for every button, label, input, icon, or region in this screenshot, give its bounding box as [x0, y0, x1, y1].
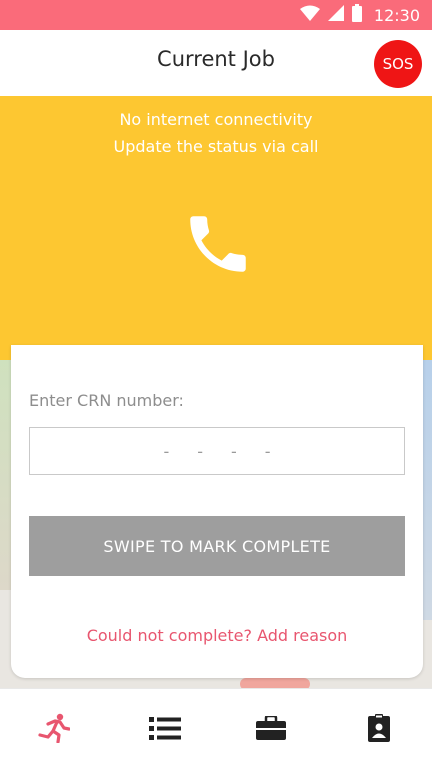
- job-card: Enter CRN number: SWIPE TO MARK COMPLETE…: [11, 345, 423, 678]
- nav-profile[interactable]: [361, 713, 397, 747]
- nav-jobs[interactable]: [253, 714, 289, 745]
- bottom-nav: [0, 688, 432, 768]
- battery-icon: [351, 3, 362, 27]
- briefcase-icon: [256, 714, 286, 745]
- phone-icon: [181, 207, 255, 286]
- status-icons: 12:30: [299, 0, 420, 30]
- signal-icon: [327, 4, 344, 26]
- offline-instruction: Update the status via call: [113, 137, 319, 156]
- nav-current-job[interactable]: [36, 713, 72, 748]
- offline-banner: No internet connectivity Update the stat…: [0, 96, 432, 360]
- add-reason-link[interactable]: Could not complete? Add reason: [11, 626, 423, 645]
- crn-label: Enter CRN number:: [29, 391, 184, 410]
- page-title: Current Job: [157, 47, 275, 71]
- status-bar: 12:30: [0, 0, 432, 30]
- swipe-complete-button[interactable]: SWIPE TO MARK COMPLETE: [29, 516, 405, 576]
- call-button[interactable]: [178, 206, 258, 286]
- status-time: 12:30: [373, 5, 420, 25]
- id-badge-icon: [368, 713, 390, 747]
- sos-button[interactable]: SOS: [374, 40, 422, 88]
- crn-input[interactable]: [29, 427, 405, 475]
- wifi-icon: [299, 5, 320, 26]
- app-header: Current Job SOS: [0, 30, 432, 96]
- running-person-icon: [38, 713, 71, 748]
- list-icon: [149, 716, 181, 745]
- nav-job-list[interactable]: [147, 715, 183, 745]
- offline-message: No internet connectivity: [119, 110, 313, 129]
